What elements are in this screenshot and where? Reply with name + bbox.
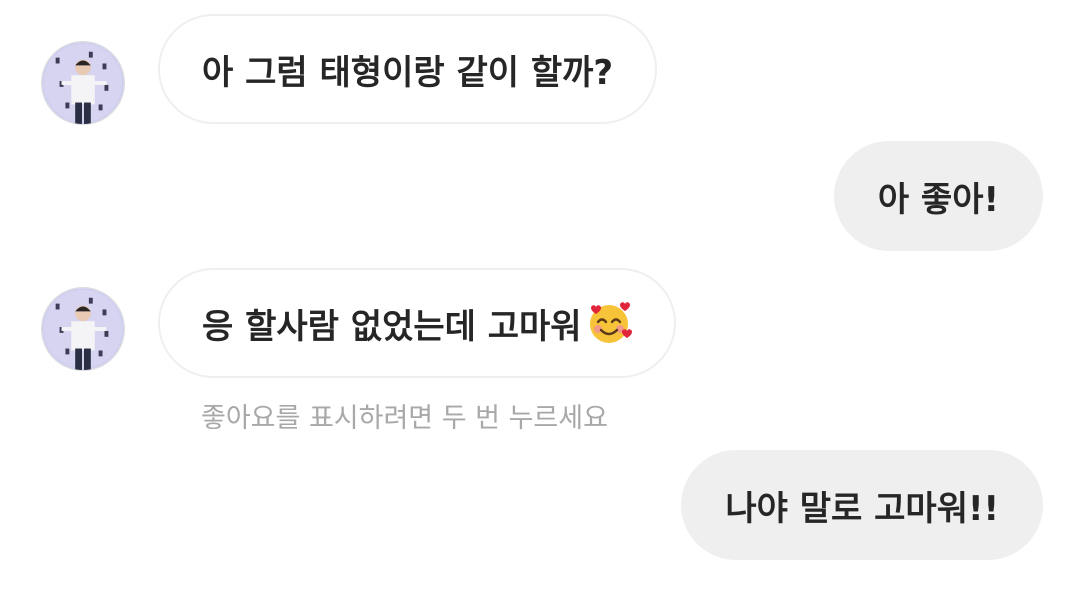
smiling-face-with-hearts-icon	[589, 302, 632, 343]
message-text: 아 그럼 태형이랑 같이 할까?	[202, 52, 614, 93]
incoming-message-bubble[interactable]: 아 그럼 태형이랑 같이 할까?	[158, 14, 658, 124]
message-text: 응 할사람 없었는데 고마워	[202, 306, 582, 347]
avatar-photo	[42, 288, 124, 370]
avatar-photo	[42, 42, 124, 124]
message-text: 나야 말로 고마워!!	[725, 488, 999, 529]
sender-avatar[interactable]	[41, 287, 125, 371]
double-tap-like-hint: 좋아요를 표시하려면 두 번 누르세요	[201, 403, 608, 434]
message-text: 아 좋아!	[877, 179, 999, 220]
sender-avatar[interactable]	[41, 41, 125, 125]
incoming-message-bubble[interactable]: 응 할사람 없었는데 고마워	[158, 268, 676, 378]
outgoing-message-bubble[interactable]: 아 좋아!	[833, 141, 1043, 251]
outgoing-message-bubble[interactable]: 나야 말로 고마워!!	[681, 450, 1043, 560]
